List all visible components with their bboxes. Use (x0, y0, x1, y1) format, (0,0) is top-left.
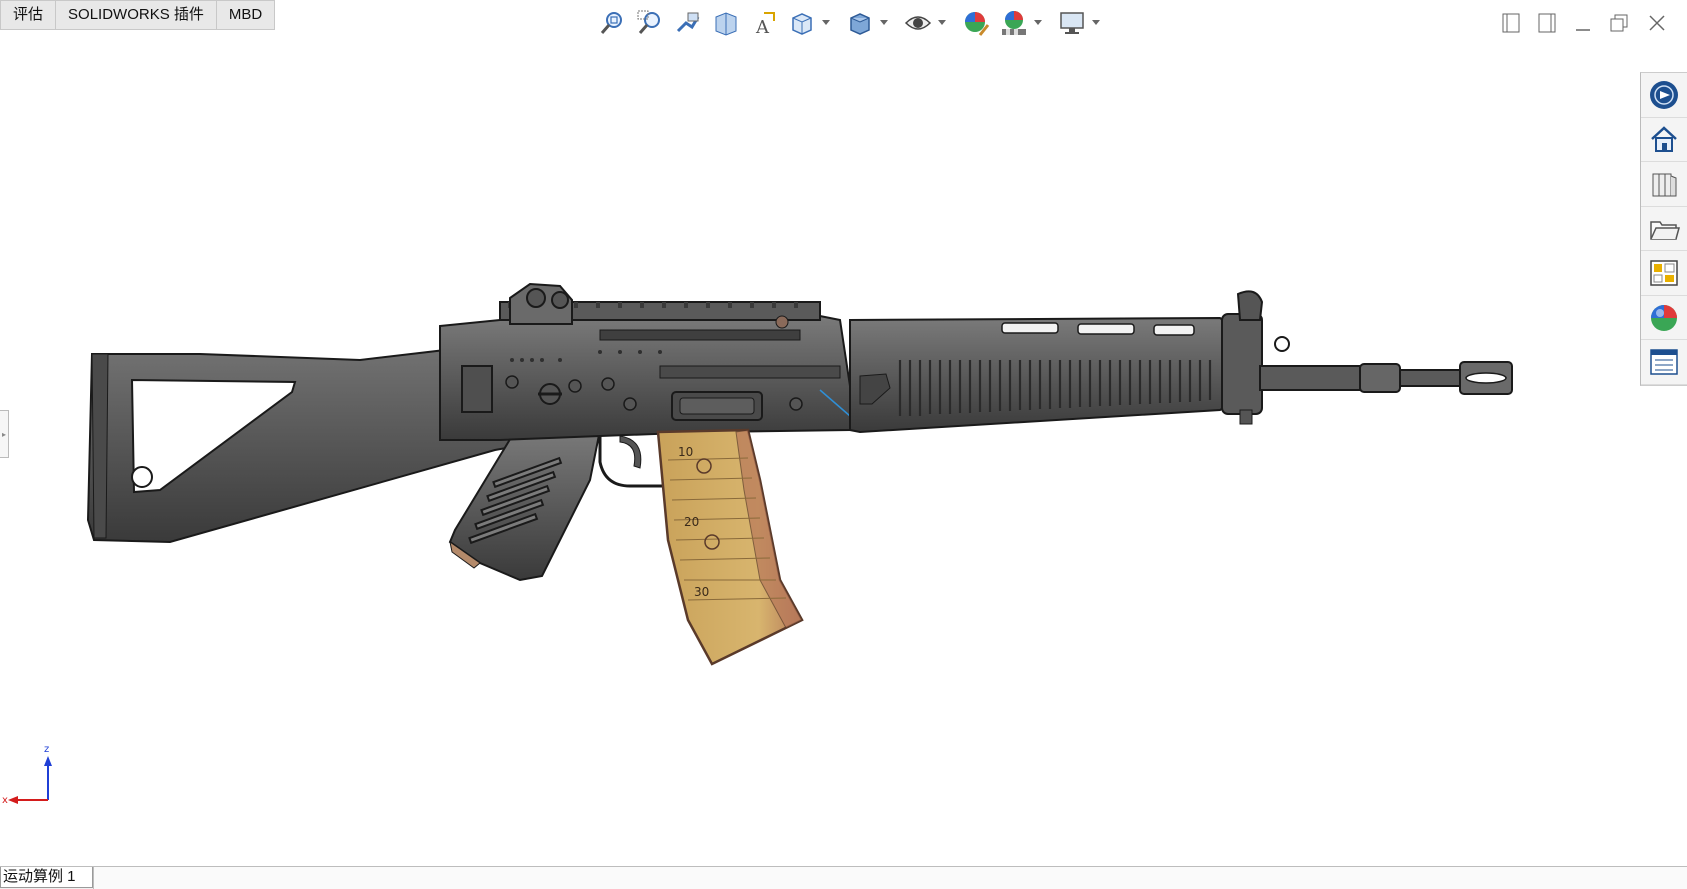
section-view-icon[interactable] (710, 6, 742, 40)
magazine-mark-10: 10 (678, 445, 693, 459)
3dexperience-home-icon[interactable] (1641, 118, 1687, 163)
view-settings-icon[interactable] (1056, 6, 1088, 40)
restore-icon[interactable] (1604, 8, 1634, 38)
triad-z-label: z (44, 744, 49, 755)
magazine: 10 20 30 (656, 428, 804, 666)
previous-view-icon[interactable] (672, 6, 704, 40)
tab-solidworks-addins[interactable]: SOLIDWORKS 插件 (56, 1, 217, 29)
hide-show-dropdown-icon[interactable] (936, 6, 948, 40)
close-icon[interactable] (1642, 8, 1672, 38)
tab-mbd[interactable]: MBD (217, 1, 274, 29)
motion-study-bar: 运动算例 1 (0, 866, 1687, 889)
reference-triad: z x (2, 744, 52, 806)
status-bar-area (92, 867, 1687, 889)
design-library-icon[interactable] (1641, 162, 1687, 207)
view-orientation-icon[interactable] (786, 6, 818, 40)
task-pane (1640, 72, 1687, 386)
minimize-icon[interactable] (1568, 8, 1598, 38)
view-settings-dropdown-icon[interactable] (1090, 6, 1102, 40)
zoom-to-fit-icon[interactable] (596, 6, 628, 40)
tile-right-icon[interactable] (1532, 8, 1562, 38)
motion-study-tab[interactable]: 运动算例 1 (0, 867, 93, 888)
triad-x-label: x (2, 795, 8, 806)
display-style-icon[interactable] (844, 6, 876, 40)
appearances-scenes-icon[interactable] (1641, 296, 1687, 341)
command-manager-tabs: 评估 SOLIDWORKS 插件 MBD (0, 0, 276, 30)
apply-scene-dropdown-icon[interactable] (1032, 6, 1044, 40)
apply-scene-icon[interactable] (998, 6, 1030, 40)
dynamic-annotation-views-icon[interactable]: A (748, 6, 780, 40)
view-orientation-dropdown-icon[interactable] (820, 6, 832, 40)
tab-evaluate[interactable]: 评估 (1, 1, 57, 29)
heads-up-view-toolbar: A (596, 4, 1108, 42)
hide-show-items-icon[interactable] (902, 6, 934, 40)
tile-left-icon[interactable] (1496, 8, 1526, 38)
barrel (1259, 361, 1513, 395)
feature-manager-expand-handle[interactable]: ▸ (0, 410, 9, 458)
magazine-mark-20: 20 (684, 515, 699, 529)
front-sight (1221, 290, 1290, 425)
display-style-dropdown-icon[interactable] (878, 6, 890, 40)
edit-appearance-icon[interactable] (960, 6, 992, 40)
receiver (439, 282, 851, 441)
view-palette-icon[interactable] (1641, 251, 1687, 296)
custom-properties-icon[interactable] (1641, 340, 1687, 386)
magazine-mark-30: 30 (694, 585, 709, 599)
solidworks-resources-icon[interactable] (1641, 73, 1687, 118)
zoom-to-area-icon[interactable] (634, 6, 666, 40)
handguard (849, 316, 1242, 434)
svg-text:A: A (755, 17, 770, 37)
file-explorer-icon[interactable] (1641, 207, 1687, 252)
model-viewport[interactable]: 10 20 30 (60, 280, 1620, 740)
